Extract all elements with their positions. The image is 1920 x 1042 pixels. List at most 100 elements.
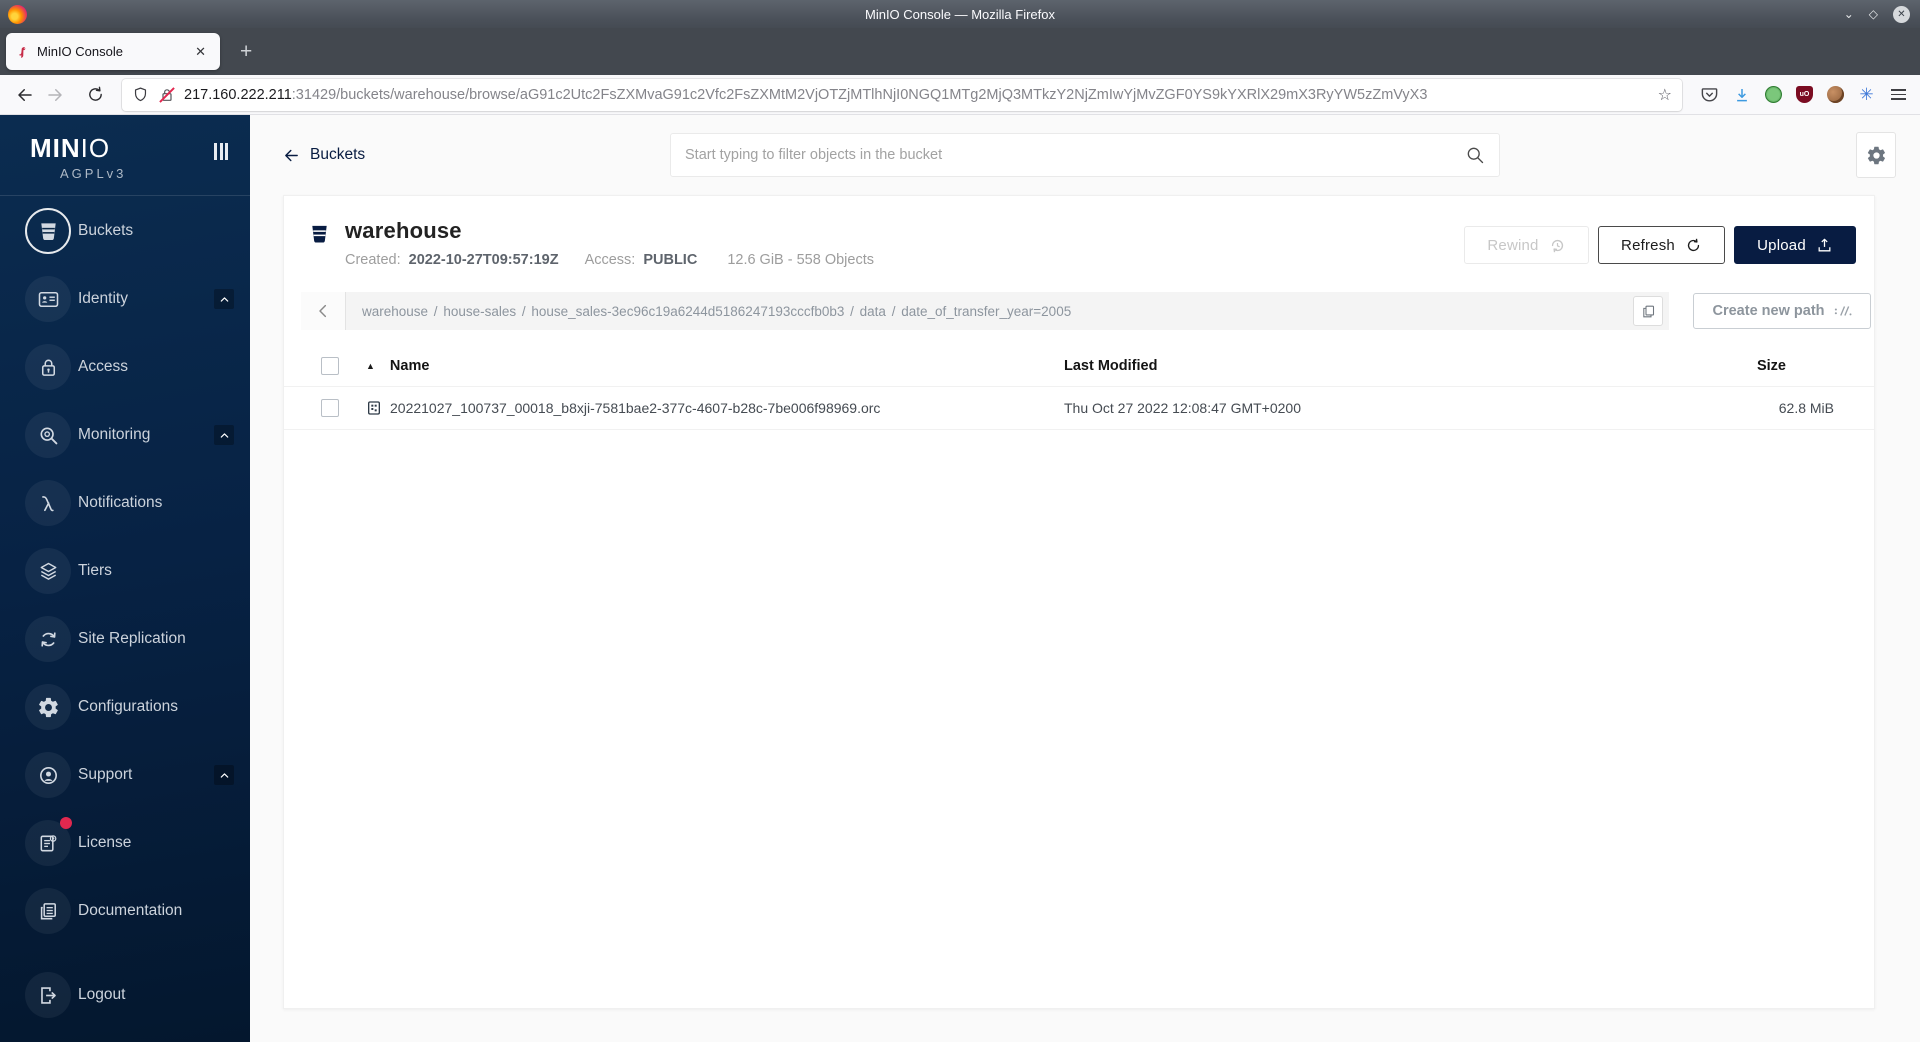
select-all-checkbox[interactable] xyxy=(321,357,339,375)
object-filter-input[interactable] xyxy=(685,147,1465,163)
bucket-browser-card: warehouse Created: 2022-10-27T09:57:19Z … xyxy=(283,195,1875,1009)
url-text[interactable]: 217.160.222.211:31429/buckets/warehouse/… xyxy=(184,87,1652,103)
bucket-meta: Created: 2022-10-27T09:57:19Z Access: PU… xyxy=(345,252,874,268)
url-bar[interactable]: 217.160.222.211:31429/buckets/warehouse/… xyxy=(122,78,1682,111)
sidebar-item-label: Buckets xyxy=(78,222,134,239)
object-size: 62.8 MiB xyxy=(1778,400,1834,416)
sidebar-item-label: Logout xyxy=(78,986,126,1003)
path-back-button[interactable] xyxy=(301,292,346,330)
back-button[interactable] xyxy=(10,81,40,109)
gear-icon xyxy=(25,684,71,730)
sidebar-item-label: Tiers xyxy=(78,562,112,579)
chevron-up-icon[interactable] xyxy=(214,765,234,785)
logout-icon xyxy=(25,972,71,1018)
cookie-extension-icon[interactable] xyxy=(1827,86,1844,103)
breadcrumb-segment[interactable]: warehouse xyxy=(362,304,428,319)
window-maximize-icon[interactable]: ◇ xyxy=(1869,8,1878,20)
size-column-header[interactable]: Size xyxy=(1684,358,1834,374)
object-name[interactable]: 20221027_100737_00018_b8xji-7581bae2-377… xyxy=(390,400,880,416)
sidebar-item-access[interactable]: Access xyxy=(0,333,250,401)
license-icon xyxy=(25,817,72,866)
sidebar-item-support[interactable]: Support xyxy=(0,741,250,809)
created-value: 2022-10-27T09:57:19Z xyxy=(408,252,559,268)
sidebar-logo: MINIO AGPLv3 xyxy=(0,115,250,196)
downloads-icon[interactable] xyxy=(1733,86,1751,104)
sidebar-menu: Buckets Identity Access Monitoring Notif… xyxy=(0,196,250,1029)
copy-path-button[interactable] xyxy=(1633,296,1663,326)
sort-ascending-icon: ▲ xyxy=(366,361,375,371)
breadcrumb-segment[interactable]: date_of_transfer_year=2005 xyxy=(901,304,1071,319)
url-path: :31429/buckets/warehouse/browse/aG91c2Ut… xyxy=(291,86,1428,103)
docs-icon xyxy=(25,888,71,934)
extension-green-icon[interactable] xyxy=(1765,86,1782,103)
modified-column-header[interactable]: Last Modified xyxy=(1064,358,1684,374)
sidebar-item-monitoring[interactable]: Monitoring xyxy=(0,401,250,469)
sidebar-item-tiers[interactable]: Tiers xyxy=(0,537,250,605)
table-body: 20221027_100737_00018_b8xji-7581bae2-377… xyxy=(284,386,1874,430)
rewind-icon xyxy=(1549,237,1566,254)
minio-favicon xyxy=(15,44,29,60)
window-title: MinIO Console — Mozilla Firefox xyxy=(865,6,1055,22)
ublock-origin-icon[interactable]: uO xyxy=(1796,86,1813,103)
object-filter xyxy=(670,133,1500,177)
sidebar-item-notifications[interactable]: Notifications xyxy=(0,469,250,537)
sidebar-item-configurations[interactable]: Configurations xyxy=(0,673,250,741)
bucket-settings-button[interactable] xyxy=(1856,132,1896,178)
sidebar-item-label: Site Replication xyxy=(78,630,186,647)
forward-button[interactable] xyxy=(40,81,70,109)
license-tag: AGPLv3 xyxy=(60,166,127,181)
menu-hamburger-icon[interactable] xyxy=(1887,85,1910,104)
access-label: Access: xyxy=(584,252,636,268)
sidebar-item-label: Support xyxy=(78,766,133,783)
breadcrumb-segment[interactable]: house_sales-3ec96c19a6244d5186247193cccf… xyxy=(531,304,844,319)
new-path-icon xyxy=(1834,304,1852,318)
sidebar-item-buckets[interactable]: Buckets xyxy=(0,197,250,265)
upload-button[interactable]: Upload xyxy=(1734,226,1856,264)
browser-toolbar: 217.160.222.211:31429/buckets/warehouse/… xyxy=(0,75,1920,115)
sidebar-collapse-icon[interactable] xyxy=(214,143,228,160)
lock-icon xyxy=(25,344,71,390)
sidebar-item-label: Notifications xyxy=(78,494,163,511)
table-header-row: ▲ Name Last Modified Size xyxy=(284,346,1874,386)
sidebar-item-identity[interactable]: Identity xyxy=(0,265,250,333)
sidebar-item-logout[interactable]: Logout xyxy=(0,961,250,1029)
bucket-icon xyxy=(308,221,331,247)
tracking-shield-icon[interactable] xyxy=(132,86,149,103)
create-new-path-button[interactable]: Create new path xyxy=(1693,293,1871,329)
back-to-buckets-link[interactable]: Buckets xyxy=(283,146,365,164)
refresh-button[interactable]: Refresh xyxy=(1598,226,1725,264)
pocket-icon[interactable] xyxy=(1700,85,1719,104)
sidebar-item-documentation[interactable]: Documentation xyxy=(0,877,250,945)
sidebar-item-label: Configurations xyxy=(78,698,178,715)
insecure-lock-icon[interactable] xyxy=(159,86,175,103)
access-value[interactable]: PUBLIC xyxy=(643,252,697,268)
sidebar-item-license[interactable]: License xyxy=(0,809,250,877)
breadcrumb-segment[interactable]: house-sales xyxy=(443,304,516,319)
sidebar-item-label: Identity xyxy=(78,290,128,307)
chevron-up-icon[interactable] xyxy=(214,425,234,445)
window-titlebar: MinIO Console — Mozilla Firefox ⌄ ◇ ✕ xyxy=(0,0,1920,28)
copy-icon xyxy=(1641,304,1656,319)
breadcrumb: warehouse / house-sales / house_sales-3e… xyxy=(362,303,1072,319)
lambda-icon xyxy=(25,480,71,526)
sidebar-item-site-replication[interactable]: Site Replication xyxy=(0,605,250,673)
window-close-icon[interactable]: ✕ xyxy=(1893,5,1910,23)
bucket-icon xyxy=(25,208,71,254)
row-checkbox[interactable] xyxy=(321,399,339,417)
chevron-left-icon xyxy=(315,303,331,319)
breadcrumb-segment[interactable]: data xyxy=(860,304,886,319)
main-content: Buckets warehouse Created: 2 xyxy=(250,115,1920,1042)
table-row[interactable]: 20221027_100737_00018_b8xji-7581bae2-377… xyxy=(284,386,1874,430)
rewind-button[interactable]: Rewind xyxy=(1464,226,1589,264)
name-column-header[interactable]: ▲ Name xyxy=(366,358,1064,374)
browser-tab[interactable]: MinIO Console ✕ xyxy=(6,33,220,70)
new-tab-button[interactable]: + xyxy=(234,40,258,64)
reload-button[interactable] xyxy=(80,81,110,109)
extension-asterisk-icon[interactable]: ✳ xyxy=(1858,86,1875,103)
bookmark-star-icon[interactable]: ☆ xyxy=(1658,85,1672,105)
breadcrumb-bar: warehouse / house-sales / house_sales-3e… xyxy=(301,292,1669,330)
window-minimize-icon[interactable]: ⌄ xyxy=(1844,8,1854,20)
chevron-up-icon[interactable] xyxy=(214,289,234,309)
tab-close-icon[interactable]: ✕ xyxy=(190,42,211,62)
sidebar-item-label: License xyxy=(78,834,132,851)
